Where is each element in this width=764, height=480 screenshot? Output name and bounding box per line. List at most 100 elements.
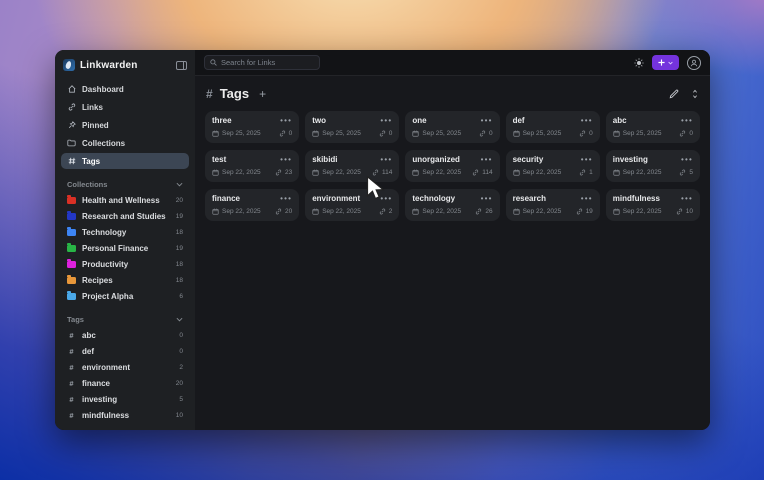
hash-icon: # bbox=[206, 86, 213, 101]
collections-section-header[interactable]: Collections bbox=[61, 180, 189, 192]
sidebar-tag-item[interactable]: # mindfulness 10 bbox=[61, 407, 189, 423]
collection-label: Recipes bbox=[82, 275, 113, 285]
sidebar-tag-item[interactable]: # def 0 bbox=[61, 343, 189, 359]
more-options-icon[interactable]: ••• bbox=[280, 155, 292, 163]
more-options-icon[interactable]: ••• bbox=[280, 116, 292, 124]
hash-icon bbox=[67, 157, 76, 165]
tag-card-count: 5 bbox=[689, 169, 693, 176]
sidebar-collection-item[interactable]: Health and Wellness 20 bbox=[61, 192, 189, 208]
tag-card-date: Sep 22, 2025 bbox=[222, 208, 261, 215]
theme-toggle-icon[interactable] bbox=[634, 57, 644, 68]
search-input[interactable] bbox=[221, 58, 314, 67]
tag-label: environment bbox=[82, 362, 131, 372]
sidebar-collection-item[interactable]: Personal Finance 19 bbox=[61, 240, 189, 256]
tag-card-title: unorganized bbox=[412, 155, 460, 164]
more-options-icon[interactable]: ••• bbox=[481, 194, 493, 202]
sidebar-collection-item[interactable]: Project Alpha 6 bbox=[61, 288, 189, 304]
more-options-icon[interactable]: ••• bbox=[380, 116, 392, 124]
sidebar-tag-item[interactable]: # environment 2 bbox=[61, 359, 189, 375]
tag-card[interactable]: finance ••• Sep 22, 2025 20 bbox=[205, 189, 300, 221]
sidebar-collection-item[interactable]: Research and Studies 19 bbox=[61, 208, 189, 224]
search-icon bbox=[210, 59, 217, 66]
sidebar-tag-item[interactable]: # abc 0 bbox=[61, 327, 189, 343]
tag-card-title: research bbox=[512, 194, 546, 203]
page-header-actions bbox=[669, 89, 699, 99]
tag-card-title: investing bbox=[612, 155, 648, 164]
sidebar-item-tags[interactable]: Tags bbox=[61, 153, 189, 169]
collapse-sidebar-icon[interactable] bbox=[176, 60, 187, 70]
collection-label: Personal Finance bbox=[82, 243, 149, 253]
tag-card[interactable]: mindfulness ••• Sep 22, 2025 10 bbox=[605, 189, 700, 221]
sidebar-item-collections[interactable]: Collections bbox=[61, 135, 189, 151]
link-count-icon bbox=[479, 130, 486, 137]
more-options-icon[interactable]: ••• bbox=[380, 155, 392, 163]
hash-icon: # bbox=[69, 394, 74, 404]
more-options-icon[interactable]: ••• bbox=[681, 194, 693, 202]
sidebar-item-links[interactable]: Links bbox=[61, 99, 189, 115]
pin-icon bbox=[67, 121, 76, 129]
link-count-icon bbox=[275, 208, 282, 215]
sidebar-item-pinned[interactable]: Pinned bbox=[61, 117, 189, 133]
sidebar: Linkwarden Dashboard Links Pinned Collec… bbox=[55, 50, 195, 430]
sidebar-tag-item[interactable]: # finance 20 bbox=[61, 375, 189, 391]
tag-count: 20 bbox=[175, 379, 183, 387]
link-count-icon bbox=[680, 169, 686, 176]
collection-label: Technology bbox=[82, 227, 127, 237]
search-bar[interactable] bbox=[204, 55, 320, 70]
profile-button[interactable] bbox=[687, 55, 701, 70]
more-options-icon[interactable]: ••• bbox=[681, 116, 693, 124]
tag-card[interactable]: security ••• Sep 22, 2025 1 bbox=[505, 150, 600, 182]
link-count-icon bbox=[372, 169, 379, 176]
hash-icon: # bbox=[69, 410, 74, 420]
calendar-icon bbox=[312, 130, 319, 137]
sidebar-tag-item[interactable]: # investing 5 bbox=[61, 391, 189, 407]
topbar-actions bbox=[634, 55, 701, 70]
more-options-icon[interactable]: ••• bbox=[481, 155, 493, 163]
tag-card[interactable]: skibidi ••• Sep 22, 2025 114 bbox=[305, 150, 400, 182]
tag-count: 10 bbox=[175, 411, 183, 419]
sidebar-collection-item[interactable]: Productivity 18 bbox=[61, 256, 189, 272]
more-options-icon[interactable]: ••• bbox=[581, 155, 593, 163]
tag-card[interactable]: abc ••• Sep 25, 2025 0 bbox=[605, 111, 700, 143]
tag-card[interactable]: three ••• Sep 25, 2025 0 bbox=[205, 111, 300, 143]
tag-card-title: skibidi bbox=[312, 155, 338, 164]
tags-header-label: Tags bbox=[67, 315, 84, 324]
tag-card[interactable]: unorganized ••• Sep 22, 2025 114 bbox=[405, 150, 500, 182]
more-options-icon[interactable]: ••• bbox=[581, 116, 593, 124]
sidebar-item-dashboard[interactable]: Dashboard bbox=[61, 81, 189, 97]
more-options-icon[interactable]: ••• bbox=[681, 155, 693, 163]
tag-card[interactable]: technology ••• Sep 22, 2025 26 bbox=[405, 189, 500, 221]
sort-icon[interactable] bbox=[691, 89, 699, 99]
collection-count: 18 bbox=[175, 228, 183, 236]
tag-card-date: Sep 25, 2025 bbox=[622, 130, 662, 137]
linkwarden-logo bbox=[63, 59, 75, 71]
more-options-icon[interactable]: ••• bbox=[280, 194, 292, 202]
more-options-icon[interactable]: ••• bbox=[481, 116, 493, 124]
tag-card-title: def bbox=[512, 116, 525, 125]
hash-icon: # bbox=[69, 378, 74, 388]
sidebar-collection-item[interactable]: Technology 18 bbox=[61, 224, 189, 240]
tag-card[interactable]: two ••• Sep 25, 2025 0 bbox=[305, 111, 400, 143]
tag-card[interactable]: investing ••• Sep 22, 2025 5 bbox=[605, 150, 700, 182]
tags-section-header[interactable]: Tags bbox=[61, 315, 189, 327]
more-options-icon[interactable]: ••• bbox=[380, 194, 392, 202]
tag-card-count: 10 bbox=[685, 208, 693, 215]
tag-card-date: Sep 22, 2025 bbox=[622, 208, 662, 215]
chevron-down-icon bbox=[668, 61, 673, 65]
calendar-icon bbox=[312, 208, 319, 215]
tag-card[interactable]: research ••• Sep 22, 2025 19 bbox=[505, 189, 600, 221]
tag-card[interactable]: def ••• Sep 25, 2025 0 bbox=[505, 111, 600, 143]
user-icon bbox=[690, 59, 698, 66]
add-tag-button[interactable]: + bbox=[256, 87, 269, 101]
tag-count: 5 bbox=[179, 395, 183, 403]
sidebar-collection-item[interactable]: Recipes 18 bbox=[61, 272, 189, 288]
tag-card-count: 2 bbox=[388, 208, 393, 215]
topbar bbox=[195, 50, 710, 76]
app-window: Linkwarden Dashboard Links Pinned Collec… bbox=[55, 50, 710, 430]
tag-card[interactable]: test ••• Sep 22, 2025 23 bbox=[205, 150, 300, 182]
tag-card[interactable]: one ••• Sep 25, 2025 0 bbox=[405, 111, 500, 143]
add-new-button[interactable] bbox=[652, 55, 679, 70]
tag-card[interactable]: environment ••• Sep 22, 2025 2 bbox=[305, 189, 400, 221]
edit-icon[interactable] bbox=[669, 89, 679, 99]
more-options-icon[interactable]: ••• bbox=[581, 194, 593, 202]
